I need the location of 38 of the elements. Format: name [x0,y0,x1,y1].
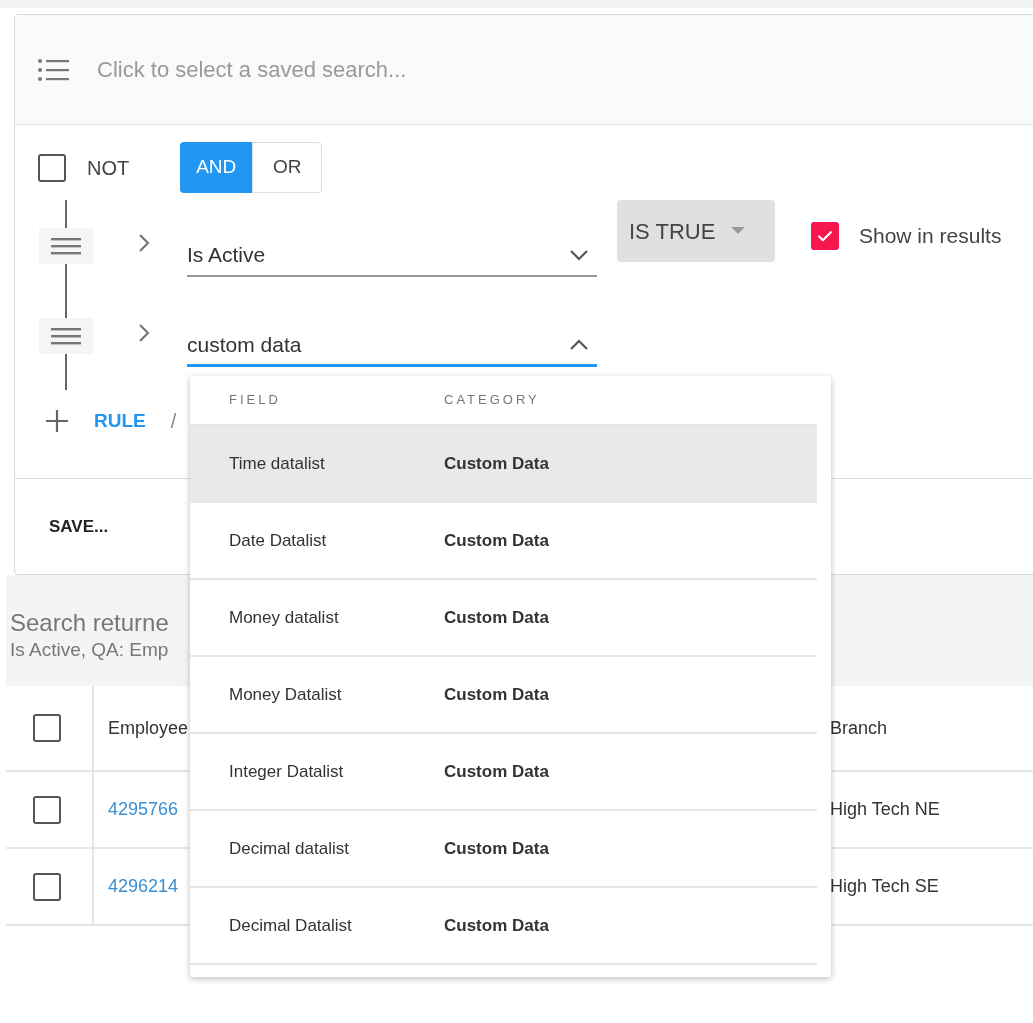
saved-search-field[interactable]: Click to select a saved search... [97,53,697,86]
checkbox[interactable] [33,795,61,824]
not-label: NOT [87,155,130,181]
drag-handle[interactable] [39,228,93,264]
checkbox[interactable] [33,872,61,901]
list-icon [37,57,71,82]
results-title: Search returne [10,608,169,638]
table-cell-text: High Tech NE [830,798,940,821]
drag-handle[interactable] [39,318,93,354]
dropdown-option[interactable]: Decimal Datalist Custom Data [190,888,817,965]
dropdown-option[interactable]: Decimal datalist Custom Data [190,811,817,888]
condition-dropdown[interactable]: IS TRUE [617,200,775,262]
plus-icon [46,410,68,432]
chevron-down-icon [569,249,589,261]
chevron-up-icon [569,338,589,351]
save-button[interactable]: SAVE... [49,513,109,540]
operator-toggle[interactable]: OR [252,142,323,193]
dropdown-option[interactable]: Money datalist Custom Data [190,580,817,657]
dropdown-option[interactable]: Money Datalist Custom Data [190,657,817,734]
caret-icon [731,227,746,235]
dropdown-option[interactable]: Date Datalist Custom Data [190,503,817,580]
checkbox-label: Show in results [859,223,1002,249]
employee-link[interactable]: 4296214 [108,873,179,900]
table-cell-text: High Tech SE [830,875,939,898]
results-summary: Is Active, QA: Emp [10,638,169,662]
employee-link[interactable]: 4295766 [108,796,179,823]
dropdown-option[interactable]: Time datalist Custom Data [190,426,817,503]
column-header: Employee [108,716,189,740]
field-select[interactable]: custom data [187,325,597,367]
checkbox[interactable] [811,221,839,250]
checkbox[interactable] [33,714,61,742]
column-header: Branch [830,716,888,740]
checkbox[interactable] [38,153,66,182]
separator: / [170,409,177,434]
column-header: CATEGORY [444,391,540,410]
column-header: FIELD [229,391,282,410]
dropdown-option[interactable]: Integer Datalist Custom Data [190,734,817,811]
field-select[interactable]: Is Active [187,235,597,277]
